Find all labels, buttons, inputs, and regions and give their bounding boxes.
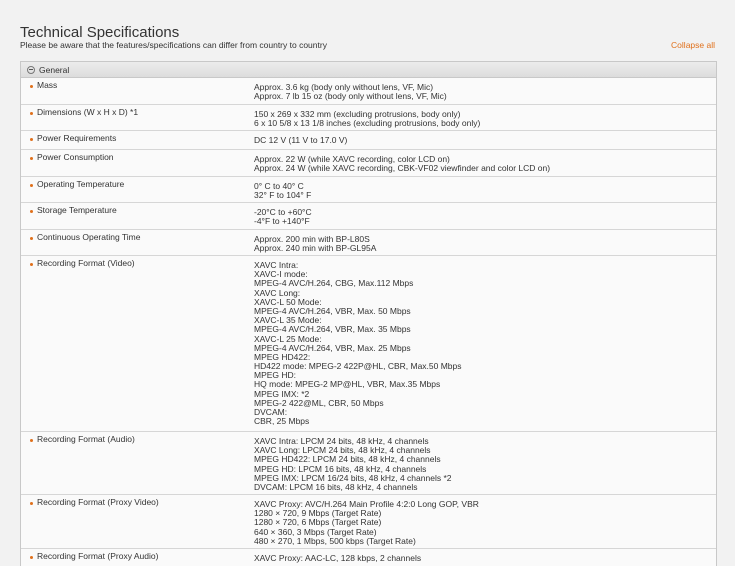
bullet-icon <box>30 157 33 160</box>
spec-label-text: Recording Format (Video) <box>37 258 135 268</box>
spec-row: Storage Temperature -20°C to +60°C -4°F to… <box>21 203 716 230</box>
spec-values: XAVC Intra: XAVC-I mode: MPEG-4 AVC/H.264,… <box>254 256 462 431</box>
spec-label-text: Power Requirements <box>37 133 117 143</box>
spec-value-line: 6 x 10 5/8 x 13 1/8 inches (excluding pr… <box>254 118 481 129</box>
spec-row: Recording Format (Proxy Audio) XAVC Proxy… <box>21 549 716 566</box>
spec-values: XAVC Proxy: AAC-LC, 128 kbps, 2 channels <box>254 549 421 566</box>
spec-row: Power Consumption Approx. 22 W (while XAV… <box>21 150 716 177</box>
spec-label-text: Dimensions (W x H x D) *1 <box>37 107 139 117</box>
spec-row: Continuous Operating Time Approx. 200 min… <box>21 230 716 256</box>
spec-label: Power Consumption <box>21 150 254 176</box>
bullet-icon <box>30 85 33 88</box>
spec-values: Approx. 22 W (while XAVC recording, colo… <box>254 150 550 176</box>
spec-label: Continuous Operating Time <box>21 230 254 255</box>
collapse-all-link[interactable]: Collapse all <box>671 40 715 50</box>
spec-label-text: Power Consumption <box>37 152 114 162</box>
spec-values: Approx. 200 min with BP-L80S Approx. 240 … <box>254 230 376 255</box>
spec-values: XAVC Intra: LPCM 24 bits, 48 kHz, 4 chan… <box>254 432 451 494</box>
region-disclaimer: Please be aware that the features/specif… <box>20 40 327 50</box>
spec-label: Recording Format (Video) <box>21 256 254 431</box>
section-title: General <box>39 64 70 75</box>
spec-label: Storage Temperature <box>21 203 254 229</box>
spec-value-line: CBR, 25 Mbps <box>254 416 310 427</box>
spec-label-text: Recording Format (Proxy Video) <box>37 497 159 507</box>
spec-values: DC 12 V (11 V to 17.0 V) <box>254 131 347 149</box>
spec-label-text: Storage Temperature <box>37 205 117 215</box>
bullet-icon <box>30 439 33 442</box>
collapse-minus-icon[interactable] <box>27 65 35 74</box>
spec-values: 0° C to 40° C 32° F to 104° F <box>254 177 311 202</box>
bullet-icon <box>30 263 33 266</box>
spec-label-text: Operating Temperature <box>37 179 125 189</box>
bullet-icon <box>30 210 33 213</box>
spec-value-line: DVCAM: LPCM 16 bits, 48 kHz, 4 channels <box>254 481 418 492</box>
spec-value-line: 480 × 270, 1 Mbps, 500 kbps (Target Rate… <box>254 535 416 546</box>
spec-value-line: Approx. 24 W (while XAVC recording, CBK-… <box>254 163 551 174</box>
bullet-icon <box>30 237 33 240</box>
spec-values: XAVC Proxy: AVC/H.264 Main Profile 4:2:0… <box>254 495 479 548</box>
spec-label: Dimensions (W x H x D) *1 <box>21 105 254 130</box>
spec-values: -20°C to +60°C -4°F to +140°F <box>254 203 312 229</box>
spec-value-line: 32° F to 104° F <box>254 190 312 201</box>
spec-value-line: XAVC Proxy: AAC-LC, 128 kbps, 2 channels <box>254 553 422 563</box>
spec-label-text: Mass <box>37 80 58 90</box>
spec-row: Mass Approx. 3.6 kg (body only without le… <box>21 78 716 105</box>
bullet-icon <box>30 184 33 187</box>
spec-panel: General Mass Approx. 3.6 kg (body only wi… <box>20 61 717 566</box>
spec-value-line: Approx. 240 min with BP-GL95A <box>254 243 377 254</box>
spec-list: Mass Approx. 3.6 kg (body only without le… <box>21 78 716 566</box>
spec-label: Mass <box>21 78 254 104</box>
spec-value-line: Approx. 7 lb 15 oz (body only without le… <box>254 91 447 102</box>
page-title: Technical Specifications <box>20 24 180 42</box>
spec-label: Recording Format (Audio) <box>21 432 254 494</box>
spec-label: Power Requirements <box>21 131 254 149</box>
spec-label-text: Recording Format (Proxy Audio) <box>37 551 159 561</box>
spec-label: Operating Temperature <box>21 177 254 202</box>
spec-label: Recording Format (Proxy Video) <box>21 495 254 548</box>
section-header-general[interactable]: General <box>21 62 716 78</box>
spec-values: 150 x 269 x 332 mm (excluding protrusion… <box>254 105 480 130</box>
bullet-icon <box>30 112 33 115</box>
spec-value-line: -4°F to +140°F <box>254 216 310 227</box>
spec-value-line: DC 12 V (11 V to 17.0 V) <box>254 135 348 145</box>
spec-label-text: Continuous Operating Time <box>37 232 141 242</box>
spec-label-text: Recording Format (Audio) <box>37 434 135 444</box>
bullet-icon <box>30 138 33 141</box>
spec-row: Recording Format (Video) XAVC Intra: XAVC-… <box>21 256 716 432</box>
spec-row: Recording Format (Proxy Video) XAVC Proxy… <box>21 495 716 549</box>
bullet-icon <box>30 556 33 559</box>
spec-values: Approx. 3.6 kg (body only without lens, … <box>254 78 447 104</box>
spec-label: Recording Format (Proxy Audio) <box>21 549 254 566</box>
spec-row: Power Requirements DC 12 V (11 V to 17.0 … <box>21 131 716 150</box>
spec-row: Operating Temperature 0° C to 40° C 32° F … <box>21 177 716 203</box>
bullet-icon <box>30 502 33 505</box>
spec-row: Dimensions (W x H x D) *1 150 x 269 x 332… <box>21 105 716 131</box>
spec-row: Recording Format (Audio) XAVC Intra: LPCM… <box>21 432 716 495</box>
